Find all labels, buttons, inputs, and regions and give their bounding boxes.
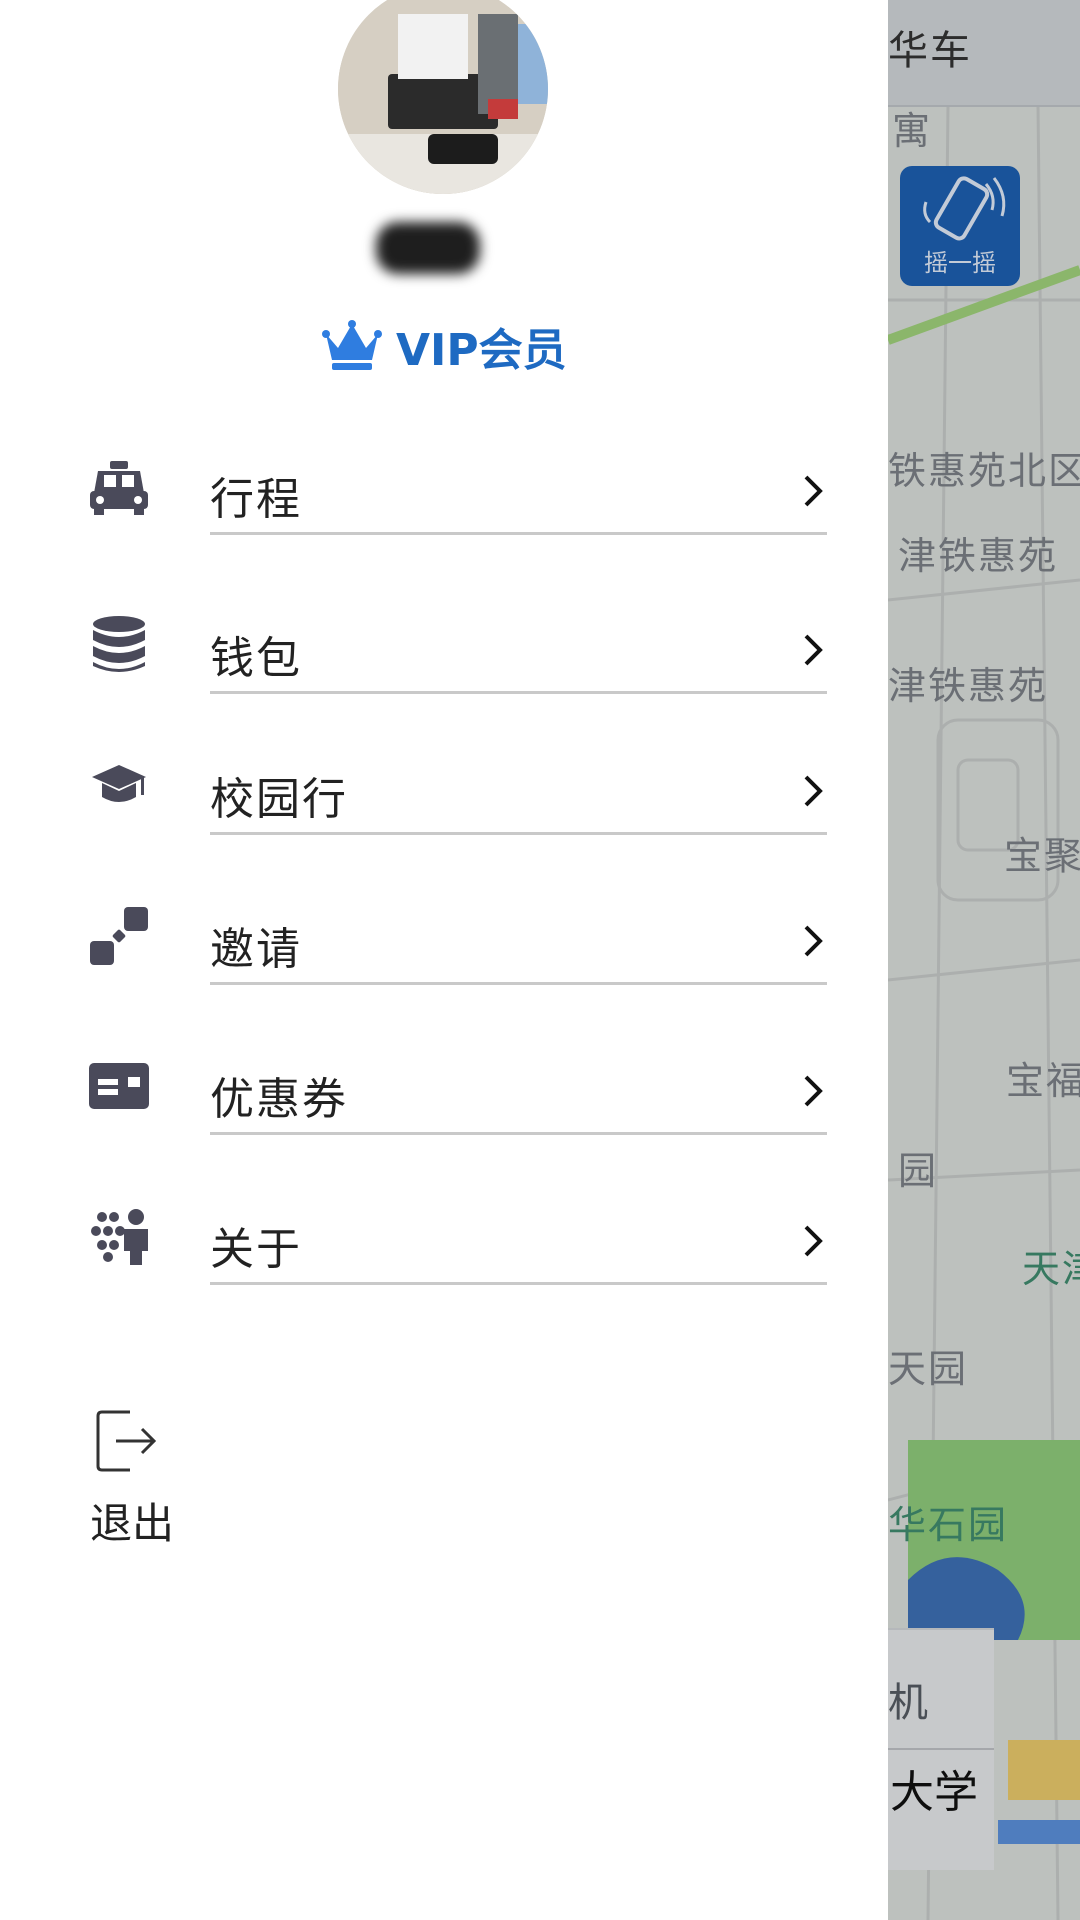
menu-label: 钱包 (210, 633, 302, 684)
logout-button[interactable] (90, 1406, 190, 1480)
menu-item-campus[interactable]: 校园行 (0, 735, 888, 845)
team-icon (88, 1205, 150, 1267)
taxi-icon (88, 457, 150, 519)
menu-divider (210, 1132, 827, 1135)
graduation-cap-icon (88, 755, 150, 817)
username-redacted (376, 222, 480, 274)
vip-label: VIP会员 (396, 325, 567, 376)
menu-divider (210, 691, 827, 694)
menu-item-invite[interactable]: 邀请 (0, 885, 888, 995)
chevron-right-icon (804, 475, 823, 507)
menu-label: 关于 (210, 1224, 302, 1275)
side-drawer: VIP会员 行程 钱包 校园行 邀请 优惠券 关于 退出 (0, 0, 888, 1920)
menu-divider (210, 532, 827, 535)
logout-icon (96, 1410, 157, 1472)
logout-label[interactable]: 退出 (90, 1490, 174, 1551)
menu-label: 行程 (210, 474, 302, 525)
map-background[interactable]: 华车 寓 铁惠苑北区 津铁惠苑 津铁惠苑 宝聚 宝福 园 天津 天园 华石园 摇… (888, 0, 1080, 1920)
map-dim-overlay[interactable] (888, 0, 1080, 1920)
menu-label: 校园行 (210, 774, 348, 825)
menu-item-trips[interactable]: 行程 (0, 435, 888, 545)
menu-label: 优惠券 (210, 1074, 348, 1125)
menu-label: 邀请 (210, 924, 302, 975)
menu-item-about[interactable]: 关于 (0, 1185, 888, 1295)
chevron-right-icon (804, 634, 823, 666)
crown-icon (322, 320, 382, 370)
menu-divider (210, 982, 827, 985)
avatar[interactable] (338, 0, 548, 194)
menu-divider (210, 1282, 827, 1285)
menu-item-coupons[interactable]: 优惠券 (0, 1035, 888, 1145)
vip-badge[interactable]: VIP会员 (322, 316, 567, 376)
nodes-icon (88, 905, 150, 967)
chevron-right-icon (804, 1075, 823, 1107)
avatar-photo (338, 0, 548, 194)
coupon-card-icon (88, 1055, 150, 1117)
menu-item-wallet[interactable]: 钱包 (0, 594, 888, 704)
database-icon (88, 614, 150, 676)
chevron-right-icon (804, 1225, 823, 1257)
chevron-right-icon (804, 775, 823, 807)
chevron-right-icon (804, 925, 823, 957)
menu-divider (210, 832, 827, 835)
